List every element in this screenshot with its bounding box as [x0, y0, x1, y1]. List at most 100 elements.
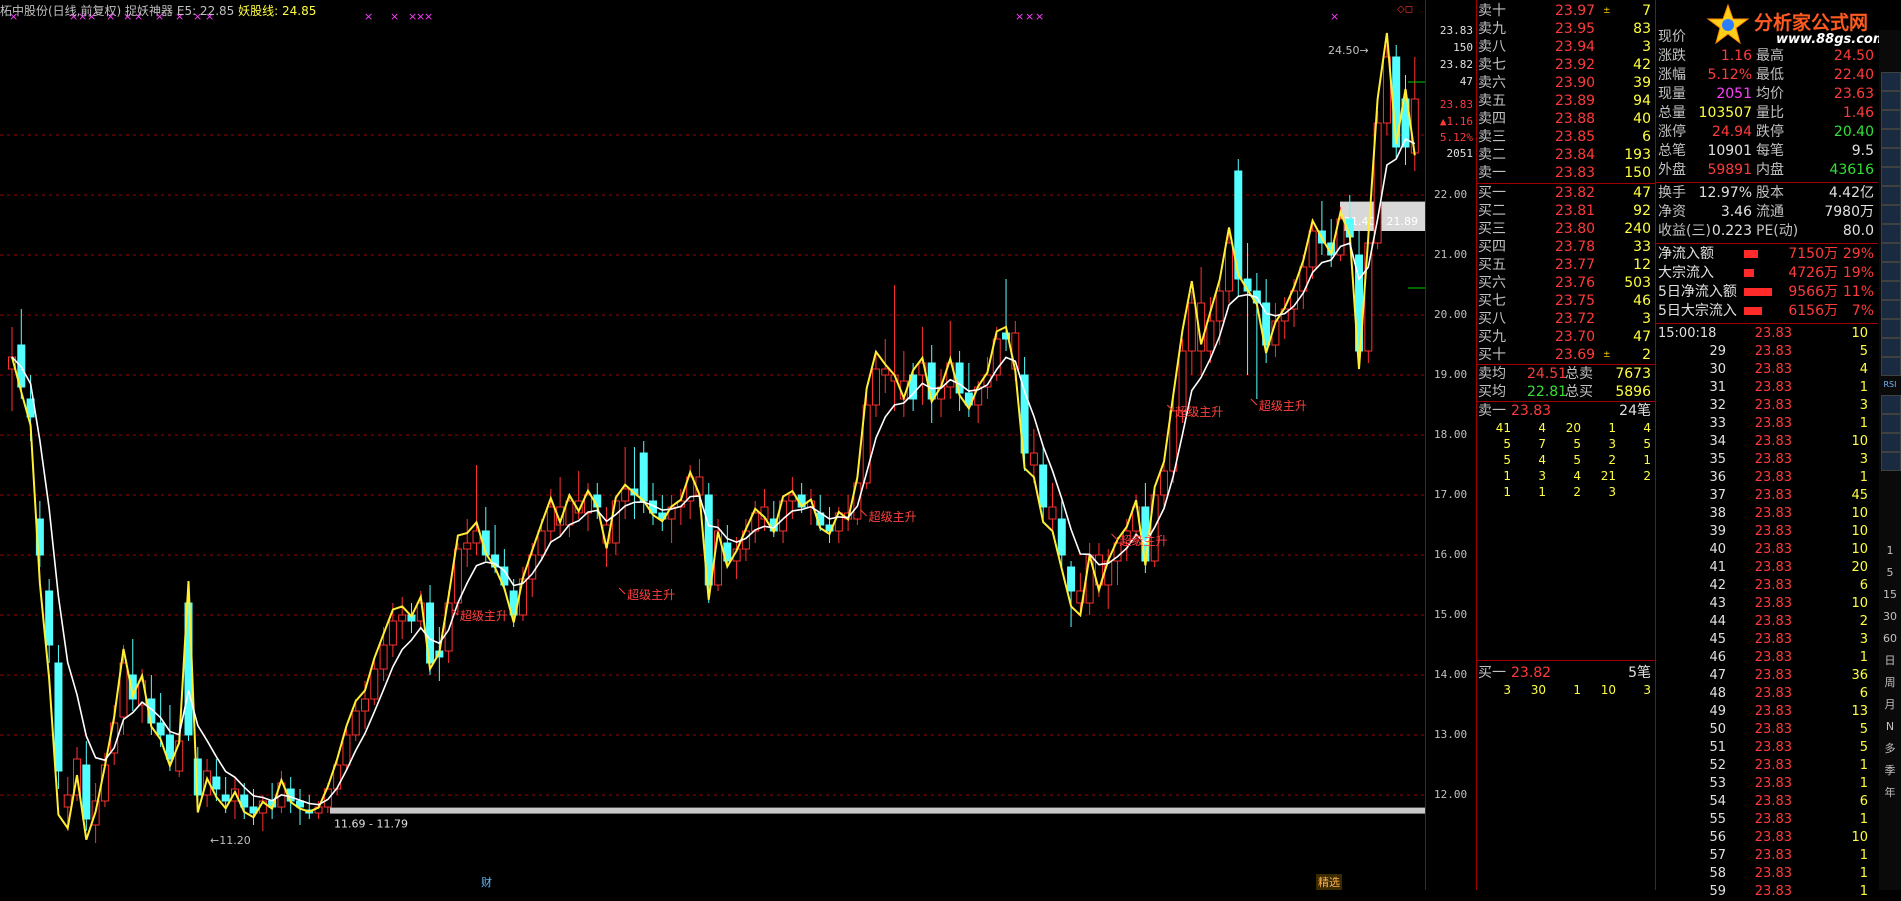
rise-icon[interactable] — [1881, 319, 1901, 338]
buy-level-row[interactable]: 买四 23.78 33 — [1477, 238, 1655, 256]
sell-level-row[interactable]: 卖六 23.90 39 — [1477, 74, 1655, 92]
tick-time: 43 — [1709, 596, 1726, 611]
period-button[interactable]: 日 — [1881, 652, 1899, 669]
search-icon[interactable] — [1881, 186, 1901, 205]
sell-level-row[interactable]: 卖四 23.88 40 — [1477, 110, 1655, 128]
sell-level-row[interactable]: 卖七 23.92 42 — [1477, 56, 1655, 74]
tick-volume: 1 — [1859, 776, 1868, 791]
sell-level-row[interactable]: 卖一 23.83 150 — [1477, 164, 1655, 182]
period-button[interactable]: 周 — [1881, 674, 1899, 691]
pen-icon[interactable] — [1881, 338, 1901, 357]
chart-options-icon[interactable]: ◇◻ — [1397, 4, 1413, 15]
sell-level-row[interactable]: 卖三 23.85 6 — [1477, 128, 1655, 146]
period-button[interactable]: 30 — [1881, 608, 1899, 625]
chart-icon[interactable] — [1881, 167, 1901, 186]
period-button[interactable]: 年 — [1881, 784, 1899, 801]
layout-icon[interactable] — [1881, 262, 1901, 281]
period-button[interactable]: 5 — [1881, 564, 1899, 581]
rsi-icon[interactable]: RSI — [1881, 376, 1899, 393]
period-button[interactable]: 60 — [1881, 630, 1899, 647]
logo-url: www.88gs.com — [1776, 32, 1887, 47]
tick-volume: 6 — [1859, 578, 1868, 593]
period-button[interactable]: 15 — [1881, 586, 1899, 603]
period-button[interactable]: 多 — [1881, 740, 1899, 757]
tick-price: 23.83 — [1754, 686, 1792, 701]
queue-header-field: 5笔 — [1628, 665, 1651, 681]
panel-icon[interactable] — [1881, 148, 1901, 167]
tick-row: 36 23.83 1 — [1656, 469, 1878, 487]
finance-mark[interactable]: 财 — [481, 874, 492, 890]
quote-label: 量比 — [1756, 105, 1784, 121]
tick-volume: 5 — [1859, 740, 1868, 755]
table-icon[interactable] — [1881, 129, 1901, 148]
tick-time: 52 — [1709, 758, 1726, 773]
list-icon[interactable] — [1881, 110, 1901, 129]
flow-value: 4726万 — [1788, 265, 1838, 281]
order-volume: 42 — [1633, 57, 1651, 73]
pink-marker: × — [1025, 10, 1034, 23]
bar-icon[interactable] — [1881, 205, 1901, 224]
tick-row: 31 23.83 1 — [1656, 379, 1878, 397]
fall-icon[interactable] — [1881, 357, 1901, 376]
annotation-arrow — [1250, 398, 1258, 406]
period-button[interactable]: 季 — [1881, 762, 1899, 779]
kline-chart[interactable]: 11.69 - 11.7921.40 - 21.89××××××××××××××… — [0, 0, 1425, 890]
selection-mark[interactable]: 精选 — [1316, 874, 1342, 890]
period-button[interactable]: 1 — [1881, 542, 1899, 559]
window-icon[interactable] — [1881, 91, 1901, 110]
pink-marker: × — [364, 10, 373, 23]
grid-icon[interactable] — [1881, 72, 1901, 91]
candle-body — [82, 764, 91, 820]
sell-level-row[interactable]: 卖十 23.97 ±7 — [1477, 2, 1655, 20]
buy-level-row[interactable]: 买六 23.76 503 — [1477, 274, 1655, 292]
buy-level-row[interactable]: 买九 23.70 47 — [1477, 328, 1655, 346]
order-volume: 92 — [1633, 203, 1651, 219]
sell-level-row[interactable]: 卖二 23.84 193 — [1477, 146, 1655, 164]
buy-level-row[interactable]: 买五 23.77 12 — [1477, 256, 1655, 274]
right-toolbar: RSI 1 5 15 30 60 日周月 N 多季年 — [1879, 30, 1901, 890]
pink-marker: × — [1035, 10, 1044, 23]
quote-label: 股本 — [1756, 185, 1784, 201]
split-icon[interactable] — [1881, 224, 1901, 243]
line-icon[interactable] — [1881, 243, 1901, 262]
cross-icon[interactable] — [1881, 414, 1901, 433]
buy-level-row[interactable]: 买十 23.69 ±2 — [1477, 346, 1655, 364]
sell-queue-cell: 20 — [1565, 421, 1581, 435]
sell-queue-cell: 5 — [1503, 453, 1511, 467]
sell-one-queue-header[interactable]: 卖一 23.83 24笔 — [1477, 402, 1655, 420]
price-tick-label: 12.00 — [1434, 788, 1468, 801]
quote-label: 涨幅 — [1658, 67, 1686, 83]
quote-value: 0.223 — [1711, 223, 1752, 239]
candle-body — [398, 614, 407, 622]
sell-level-row[interactable]: 卖五 23.89 94 — [1477, 92, 1655, 110]
sell-queue-cell: 2 — [1643, 469, 1651, 483]
buy-level-row[interactable]: 买八 23.72 3 — [1477, 310, 1655, 328]
queue-header-field: 24笔 — [1619, 403, 1651, 419]
kline-chart-area[interactable]: 11.69 - 11.7921.40 - 21.89××××××××××××××… — [0, 0, 1425, 890]
arrow-icon[interactable] — [1881, 433, 1901, 452]
buy-one-queue-header[interactable]: 买一 23.82 5笔 — [1477, 664, 1655, 682]
tick-time: 35 — [1709, 452, 1726, 467]
buy-level-row[interactable]: 买七 23.75 46 — [1477, 292, 1655, 310]
tick-time: 15:00:18 — [1658, 326, 1717, 341]
tick-row: 29 23.83 5 — [1656, 343, 1878, 361]
sell-level-row[interactable]: 卖九 23.95 83 — [1477, 20, 1655, 38]
candle-body — [1224, 242, 1233, 292]
monitor-icon[interactable] — [1881, 452, 1901, 471]
buy-level-row[interactable]: 买三 23.80 240 — [1477, 220, 1655, 238]
buy-level-row[interactable]: 买二 23.81 92 — [1477, 202, 1655, 220]
sell-level-row[interactable]: 卖八 23.94 3 — [1477, 38, 1655, 56]
tick-row: 59 23.83 1 — [1656, 883, 1878, 901]
order-book-panel: 卖十 23.97 ±7 卖九 23.95 83 卖八 23.94 3 卖七 23.92 42 卖六 23.… — [1476, 0, 1655, 890]
period-button[interactable]: 月 — [1881, 696, 1899, 713]
sell-queue-cell: 1 — [1503, 485, 1511, 499]
note-icon[interactable] — [1881, 300, 1901, 319]
period-button[interactable]: N — [1881, 718, 1899, 735]
zoom-icon[interactable] — [1881, 281, 1901, 300]
sell-queue-cell: 4 — [1538, 453, 1546, 467]
money-flow-row: 5日净流入额 9566万 11% — [1656, 283, 1878, 302]
brush-icon[interactable] — [1881, 395, 1901, 414]
tick-volume: 13 — [1851, 704, 1868, 719]
order-volume: 150 — [1624, 165, 1651, 181]
buy-level-row[interactable]: 买一 23.82 47 — [1477, 184, 1655, 202]
